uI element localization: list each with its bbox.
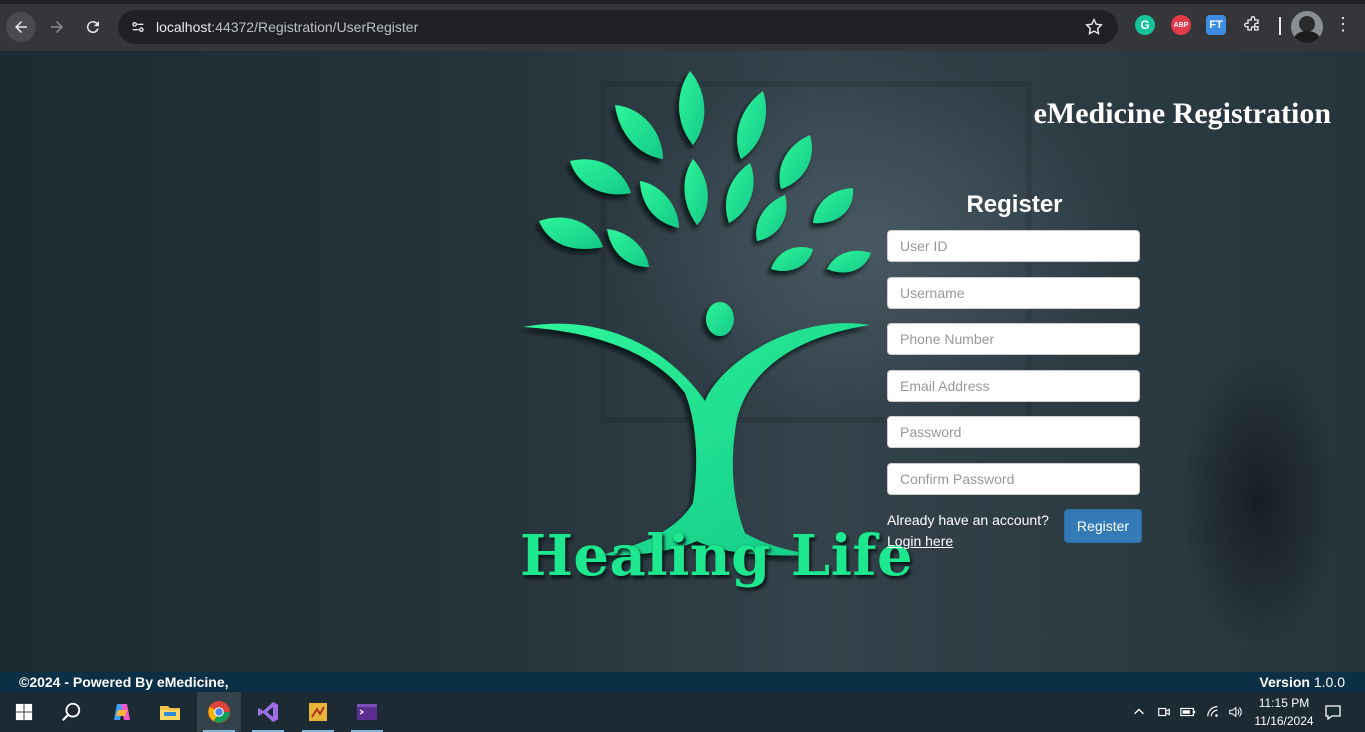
url-path: :44372/Registration/UserRegister bbox=[211, 19, 419, 35]
page-background: Healing Life eMedicine Registration Regi… bbox=[0, 51, 1365, 672]
toolbar-separator bbox=[1279, 17, 1281, 35]
site-info-icon[interactable] bbox=[126, 15, 150, 39]
wifi-icon[interactable] bbox=[1204, 703, 1222, 721]
arrow-left-icon bbox=[15, 21, 27, 33]
back-button[interactable] bbox=[6, 12, 36, 42]
user-id-field[interactable] bbox=[887, 230, 1140, 262]
start-icon[interactable] bbox=[2, 692, 46, 732]
profile-avatar[interactable] bbox=[1291, 11, 1323, 43]
terminal-icon[interactable] bbox=[345, 692, 389, 732]
clock-time: 11:15 PM bbox=[1258, 696, 1310, 710]
tab-strip bbox=[0, 0, 1365, 4]
page-footer: ©2024 - Powered By eMedicine, Version 1.… bbox=[0, 672, 1365, 692]
arrow-right-icon bbox=[51, 21, 63, 33]
file-explorer-icon[interactable] bbox=[148, 692, 192, 732]
url-host: localhost bbox=[156, 19, 212, 35]
battery-icon[interactable] bbox=[1179, 703, 1197, 721]
chrome-icon[interactable] bbox=[197, 692, 241, 732]
windows-taskbar: 11:15 PM 11/16/2024 bbox=[0, 692, 1365, 732]
brand-text: Healing Life bbox=[520, 523, 914, 589]
copilot-icon[interactable] bbox=[100, 692, 144, 732]
login-prompt-text: Already have an account? bbox=[887, 512, 1049, 528]
login-prompt: Already have an account? Login here bbox=[887, 510, 1049, 551]
confirm-password-field[interactable] bbox=[887, 463, 1140, 495]
volume-icon[interactable] bbox=[1226, 703, 1244, 721]
background-plant-shadow bbox=[1180, 351, 1340, 651]
login-link[interactable]: Login here bbox=[887, 531, 1049, 551]
reload-button[interactable] bbox=[78, 12, 108, 42]
avatar-head bbox=[1299, 16, 1315, 32]
grammarly-extension-icon[interactable]: G bbox=[1135, 15, 1155, 35]
page-title: eMedicine Registration bbox=[1033, 97, 1331, 130]
menu-kebab-icon[interactable]: ⋮ bbox=[1333, 15, 1353, 35]
url-text: localhost:44372/Registration/UserRegiste… bbox=[156, 19, 418, 35]
footer-version: Version 1.0.0 bbox=[1259, 674, 1345, 690]
search-icon[interactable] bbox=[49, 692, 93, 732]
phone-number-field[interactable] bbox=[887, 323, 1140, 355]
address-bar[interactable]: localhost:44372/Registration/UserRegiste… bbox=[118, 10, 1118, 44]
system-clock[interactable]: 11:15 PM 11/16/2024 bbox=[1248, 694, 1320, 730]
meet-now-icon[interactable] bbox=[1155, 703, 1173, 721]
email-field[interactable] bbox=[887, 370, 1140, 402]
ft-extension-icon[interactable]: FT bbox=[1206, 15, 1226, 35]
visual-studio-icon[interactable] bbox=[246, 692, 290, 732]
browser-toolbar: localhost:44372/Registration/UserRegiste… bbox=[0, 0, 1365, 51]
avatar-body bbox=[1294, 31, 1320, 43]
clock-date: 11/16/2024 bbox=[1254, 714, 1314, 728]
extensions-puzzle-icon[interactable] bbox=[1243, 15, 1263, 35]
bookmark-star-icon[interactable] bbox=[1084, 17, 1104, 37]
footer-version-label: Version bbox=[1259, 674, 1310, 690]
username-field[interactable] bbox=[887, 277, 1140, 309]
forward-button[interactable] bbox=[42, 12, 72, 42]
adblock-extension-icon[interactable]: ABP bbox=[1171, 15, 1191, 35]
register-button[interactable]: Register bbox=[1064, 509, 1142, 543]
footer-version-number: 1.0.0 bbox=[1313, 674, 1345, 690]
footer-copyright: ©2024 - Powered By eMedicine, bbox=[19, 674, 229, 690]
form-title: Register bbox=[966, 191, 1063, 218]
show-hidden-icons-icon[interactable] bbox=[1131, 703, 1147, 721]
password-field[interactable] bbox=[887, 416, 1140, 448]
sql-tool-icon[interactable] bbox=[296, 692, 340, 732]
reload-icon bbox=[86, 21, 99, 34]
notification-center-icon[interactable] bbox=[1322, 703, 1344, 721]
